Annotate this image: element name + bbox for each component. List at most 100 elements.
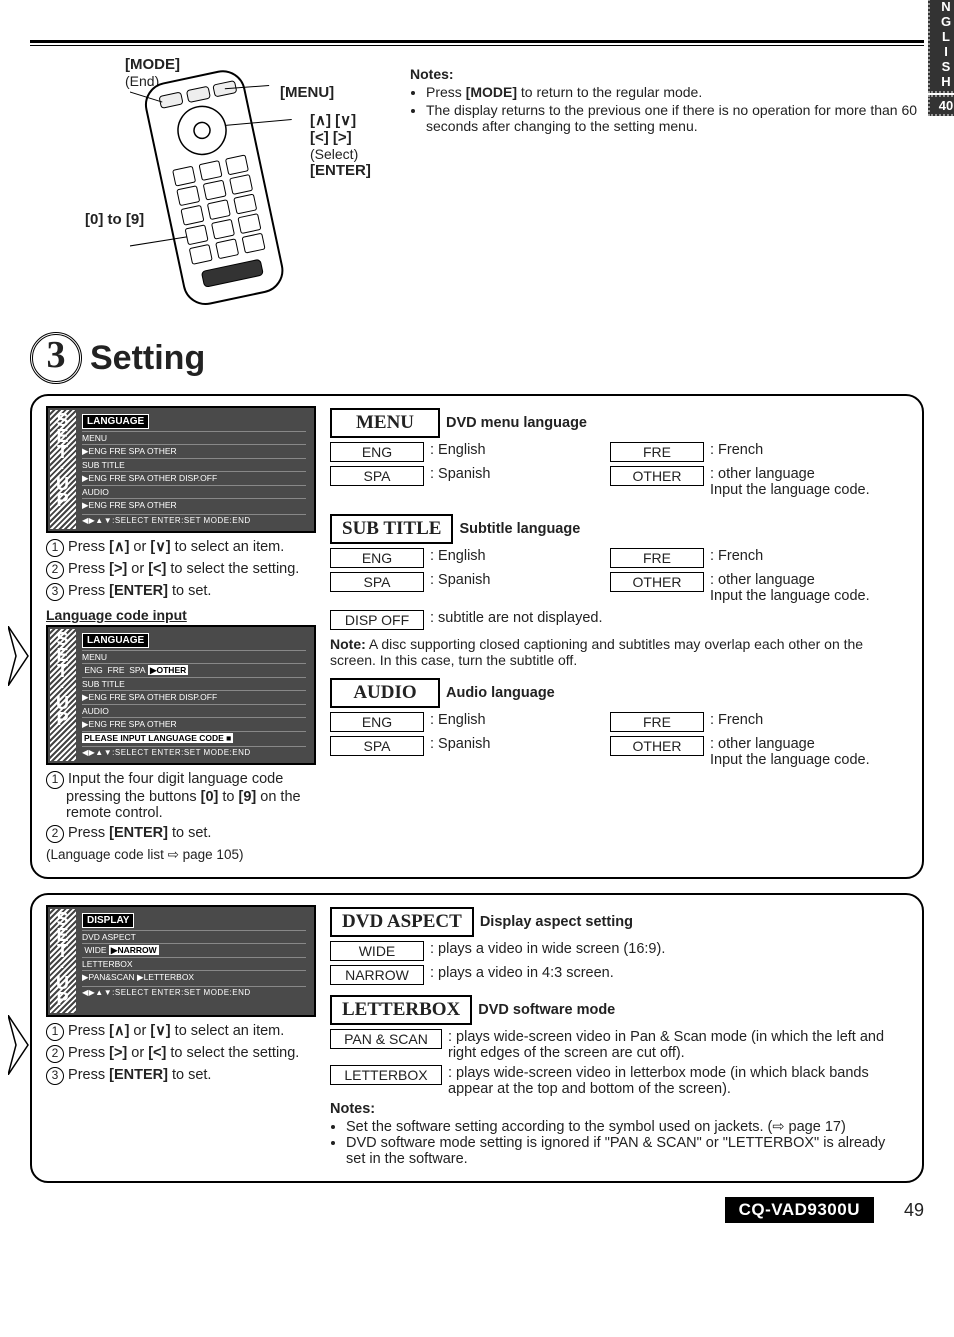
- subtitle-heading-box: SUB TITLE: [330, 514, 453, 544]
- osd-row: MENU: [82, 650, 306, 663]
- osd-row: MENU: [82, 431, 306, 444]
- remote-diagram: [MODE] (End) [MENU] [∧] [∨] [<] [>] (Sel…: [30, 56, 400, 326]
- opt-text: : plays a video in wide screen (16:9).: [430, 941, 665, 957]
- callout-enter-label: [ENTER]: [310, 162, 371, 179]
- panel2-notes-item: DVD software mode setting is ignored if …: [346, 1135, 908, 1167]
- osd-footer: ◀▶▲▼:SELECT ENTER:SET MODE:END: [82, 986, 306, 997]
- subtitle-options: ENG: English FRE: French SPA: Spanish OT…: [330, 548, 908, 604]
- step-item: 3 Press [ENTER] to set.: [46, 1067, 316, 1085]
- subtitle-heading-row: SUB TITLE Subtitle language: [330, 514, 908, 544]
- osd-title: LANGUAGE: [82, 414, 149, 429]
- panel2-notes-item: Set the software setting according to th…: [346, 1119, 908, 1135]
- callout-nav: [∧] [∨] [<] [>] (Select) [ENTER]: [310, 111, 371, 179]
- letterbox-heading-box: LETTERBOX: [330, 995, 472, 1025]
- aspect-heading-row: DVD ASPECT Display aspect setting: [330, 907, 908, 937]
- aspect-heading-box: DVD ASPECT: [330, 907, 474, 937]
- step-item: 3 Press [ENTER] to set.: [46, 583, 316, 601]
- osd-row: AUDIO: [82, 485, 306, 498]
- top-notes-item: Press [MODE] to return to the regular mo…: [426, 84, 924, 100]
- menu-options: ENG: English FRE: French SPA: Spanish OT…: [330, 442, 908, 498]
- panel-display: SET·UP DISPLAY DVD ASPECT WIDE ▶NARROW L…: [30, 893, 924, 1183]
- opt-text: : other language Input the language code…: [710, 572, 870, 604]
- osd-input-prompt: PLEASE INPUT LANGUAGE CODE ■: [82, 733, 233, 743]
- top-row: [MODE] (End) [MENU] [∧] [∨] [<] [>] (Sel…: [30, 56, 924, 326]
- opt-pan-scan: PAN & SCAN: [330, 1029, 442, 1049]
- step-item: 2 Press [ENTER] to set.: [46, 825, 316, 843]
- audio-heading-row: AUDIO Audio language: [330, 678, 908, 708]
- opt-letterbox: LETTERBOX: [330, 1065, 442, 1085]
- panel2-left: SET·UP DISPLAY DVD ASPECT WIDE ▶NARROW L…: [46, 905, 316, 1167]
- subtitle-note: Note: A disc supporting closed captionin…: [330, 636, 908, 668]
- osd-language-1: SET·UP LANGUAGE MENU ▶ENG FRE SPA OTHER …: [46, 406, 316, 533]
- panel1-left: SET·UP LANGUAGE MENU ▶ENG FRE SPA OTHER …: [46, 406, 316, 863]
- opt-spa: SPA: [330, 572, 424, 592]
- opt-text: : Spanish: [430, 572, 490, 588]
- opt-text: : Spanish: [430, 466, 490, 482]
- opt-text: : subtitle are not displayed.: [430, 610, 603, 626]
- panel-arrow-icon: [8, 626, 32, 686]
- osd-footer: ◀▶▲▼:SELECT ENTER:SET MODE:END: [82, 746, 306, 757]
- opt-text: : French: [710, 712, 763, 728]
- osd-row: ▶ENG FRE SPA OTHER: [82, 498, 306, 512]
- panel1-steps2: 1 Input the four digit language code pre…: [46, 771, 316, 843]
- opt-text: : Spanish: [430, 736, 490, 752]
- opt-text: : French: [710, 548, 763, 564]
- osd-row: SUB TITLE: [82, 458, 306, 471]
- panel2-notes-list: Set the software setting according to th…: [330, 1119, 908, 1167]
- osd-row: ▶ENG FRE SPA OTHER: [82, 444, 306, 458]
- top-notes: Notes: Press [MODE] to return to the reg…: [410, 56, 924, 136]
- osd-row: ▶ENG FRE SPA OTHER: [82, 717, 306, 731]
- step-item: 1 Input the four digit language code pre…: [46, 771, 316, 821]
- panel1-steps1: 1 Press [∧] or [∨] to select an item. 2 …: [46, 539, 316, 601]
- opt-fre: FRE: [610, 442, 704, 462]
- opt-other: OTHER: [610, 466, 704, 486]
- opt-text: : English: [430, 442, 486, 458]
- opt-text: : plays wide-screen video in Pan & Scan …: [448, 1029, 908, 1061]
- top-notes-heading: Notes:: [410, 66, 924, 82]
- opt-spa: SPA: [330, 736, 424, 756]
- language-badge: ENGLISH 40: [928, 0, 954, 116]
- opt-text: : other language Input the language code…: [710, 466, 870, 498]
- subtitle-desc: Subtitle language: [459, 521, 580, 537]
- osd-display: SET·UP DISPLAY DVD ASPECT WIDE ▶NARROW L…: [46, 905, 316, 1017]
- page-footer: CQ-VAD9300U 49: [30, 1197, 924, 1223]
- top-notes-item: The display returns to the previous one …: [426, 102, 924, 134]
- menu-desc: DVD menu language: [446, 415, 587, 431]
- page-rule: [30, 40, 924, 46]
- opt-text: : plays wide-screen video in letterbox m…: [448, 1065, 908, 1097]
- osd-row: ▶PAN&SCAN ▶LETTERBOX: [82, 970, 306, 984]
- lang-code-ref: (Language code list ⇨ page 105): [46, 847, 316, 863]
- osd-title: LANGUAGE: [82, 633, 149, 648]
- callout-nav-line1: [∧] [∨]: [310, 112, 356, 129]
- opt-narrow: NARROW: [330, 965, 424, 985]
- panel-language: SET·UP LANGUAGE MENU ▶ENG FRE SPA OTHER …: [30, 394, 924, 879]
- opt-text: : plays a video in 4:3 screen.: [430, 965, 614, 981]
- osd-setup-tab: SET·UP: [50, 909, 76, 1013]
- note-label: Note:: [330, 636, 366, 652]
- letterbox-heading-row: LETTERBOX DVD software mode: [330, 995, 908, 1025]
- panel-arrow-icon: [8, 1015, 32, 1075]
- osd-title: DISPLAY: [82, 913, 134, 928]
- opt-other: OTHER: [610, 572, 704, 592]
- osd-row: ▶ENG FRE SPA OTHER DISP.OFF: [82, 690, 306, 704]
- opt-dispoff: DISP OFF: [330, 610, 424, 630]
- audio-desc: Audio language: [446, 685, 555, 701]
- opt-fre: FRE: [610, 712, 704, 732]
- menu-heading-row: MENU DVD menu language: [330, 408, 908, 438]
- panel1-right: MENU DVD menu language ENG : English FRE:…: [330, 406, 908, 863]
- step-item: 1 Press [∧] or [∨] to select an item.: [46, 539, 316, 557]
- remote-icon: [130, 66, 310, 316]
- page-number: 49: [904, 1200, 924, 1221]
- opt-eng: ENG: [330, 442, 424, 462]
- opt-text: : English: [430, 712, 486, 728]
- osd-setup-tab: SET·UP: [50, 410, 76, 529]
- opt-eng: ENG: [330, 712, 424, 732]
- language-badge-number: 40: [928, 95, 954, 116]
- model-label: CQ-VAD9300U: [725, 1197, 874, 1223]
- opt-text: : English: [430, 548, 486, 564]
- opt-other: OTHER: [610, 736, 704, 756]
- panel2-steps: 1 Press [∧] or [∨] to select an item. 2 …: [46, 1023, 316, 1085]
- panel2-notes-heading: Notes:: [330, 1101, 908, 1117]
- step-item: 2 Press [>] or [<] to select the setting…: [46, 1045, 316, 1063]
- callout-nav-sub: (Select): [310, 146, 371, 162]
